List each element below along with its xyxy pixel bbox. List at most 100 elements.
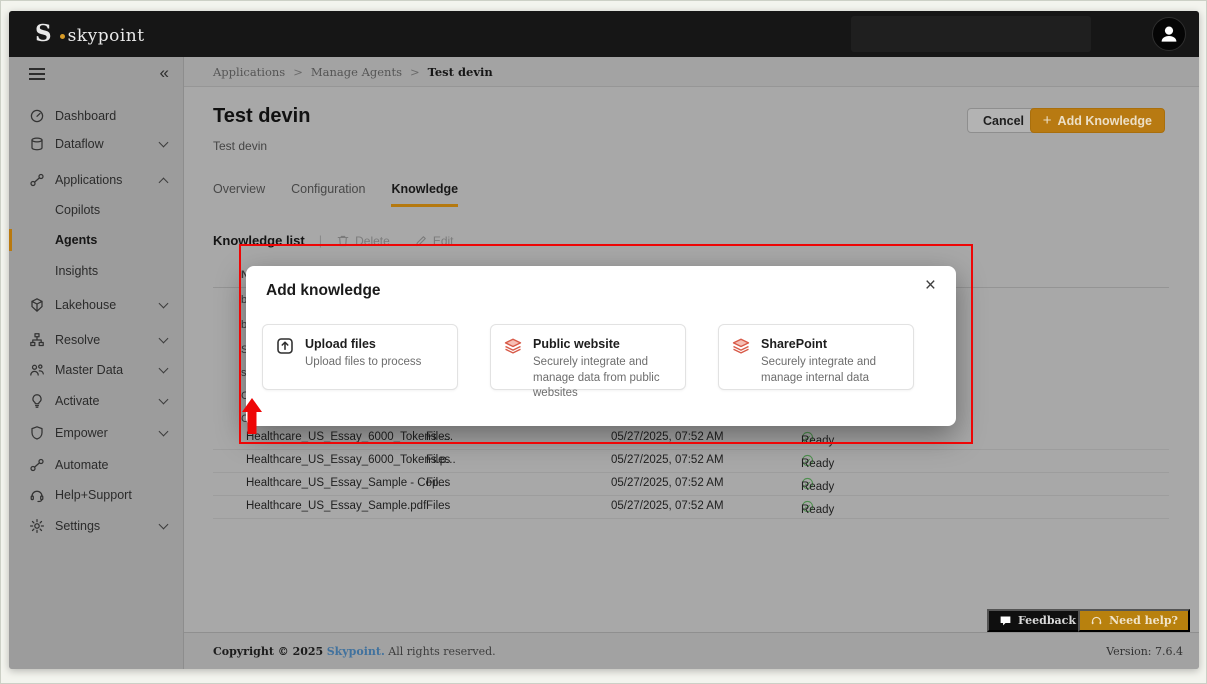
sidebar-item-empower[interactable]: Empower — [9, 421, 183, 445]
add-knowledge-label: Add Knowledge — [1058, 114, 1152, 128]
upload-icon — [275, 336, 295, 356]
tab-knowledge[interactable]: Knowledge — [391, 182, 458, 207]
add-knowledge-button[interactable]: + Add Knowledge — [1030, 108, 1165, 133]
tab-configuration[interactable]: Configuration — [291, 182, 365, 207]
file-type: Files — [426, 500, 450, 512]
table-row[interactable]: Healthcare_US_Essay_6000_Tokens -... Fil… — [213, 427, 1169, 450]
cube-icon — [29, 297, 45, 313]
breadcrumb-applications[interactable]: Applications — [213, 65, 285, 79]
sidebar-item-automate[interactable]: Automate — [9, 453, 183, 477]
feedback-button[interactable]: Feedback — [987, 609, 1088, 632]
knowledge-list-toolbar: Knowledge list | Delete Edit — [213, 233, 478, 248]
logo-dot-icon — [60, 34, 65, 39]
sidebar-item-applications[interactable]: Applications — [9, 168, 183, 192]
add-knowledge-dialog: Add knowledge × Upload files Upload file… — [246, 266, 956, 426]
sidebar-item-lakehouse[interactable]: Lakehouse — [9, 293, 183, 317]
chevron-down-icon — [159, 364, 169, 374]
sidebar-item-settings[interactable]: Settings — [9, 514, 183, 538]
file-type: Files — [426, 431, 450, 443]
topbar-search[interactable] — [851, 16, 1091, 52]
need-help-button[interactable]: Need help? — [1078, 609, 1190, 632]
close-icon[interactable]: × — [925, 276, 936, 295]
version-label: Version: 7.6.4 — [1106, 645, 1183, 658]
card-description: Securely integrate and manage data from … — [533, 355, 679, 402]
sidebar-item-copilots[interactable]: Copilots — [9, 198, 183, 222]
lightbulb-icon — [29, 393, 45, 409]
card-description: Securely integrate and manage internal d… — [761, 355, 907, 386]
people-icon — [29, 362, 45, 378]
person-icon — [1157, 22, 1181, 46]
sidebar-item-agents[interactable]: Agents — [9, 228, 183, 252]
sidebar-item-insights[interactable]: Insights — [9, 259, 183, 283]
database-icon — [29, 136, 45, 152]
sidebar: « Dashboard Dataflow Applications Copilo… — [9, 57, 184, 669]
chevron-down-icon — [159, 520, 169, 530]
automate-icon — [29, 457, 45, 473]
table-row[interactable]: Healthcare_US_Essay_6000_Tokens.p... Fil… — [213, 450, 1169, 473]
knowledge-list-title: Knowledge list — [213, 233, 305, 248]
tab-overview[interactable]: Overview — [213, 182, 265, 207]
skypoint-logo: S skypoint — [35, 20, 145, 47]
tab-bar: Overview Configuration Knowledge — [213, 182, 458, 207]
chevron-down-icon — [159, 138, 169, 148]
pencil-icon — [414, 234, 428, 248]
shield-icon — [29, 425, 45, 441]
logo-wordmark: skypoint — [68, 26, 145, 46]
sidebar-item-activate[interactable]: Activate — [9, 389, 183, 413]
file-modified: 05/27/2025, 07:52 AM — [611, 477, 724, 489]
file-name: Healthcare_US_Essay_Sample.pdf — [246, 500, 426, 512]
public-website-card[interactable]: Public website Securely integrate and ma… — [490, 324, 686, 390]
footer: Copyright © 2025 Skypoint. All rights re… — [184, 632, 1199, 669]
upload-files-card[interactable]: Upload files Upload files to process — [262, 324, 458, 390]
sharepoint-card[interactable]: SharePoint Securely integrate and manage… — [718, 324, 914, 390]
gear-icon — [29, 518, 45, 534]
collapse-sidebar-icon[interactable]: « — [160, 63, 169, 83]
trash-icon — [336, 234, 350, 248]
sidebar-item-resolve[interactable]: Resolve — [9, 328, 183, 352]
file-modified: 05/27/2025, 07:52 AM — [611, 500, 724, 512]
card-title: Public website — [533, 337, 620, 351]
file-modified: 05/27/2025, 07:52 AM — [611, 431, 724, 443]
status-badge: Ready — [801, 431, 814, 444]
chevron-down-icon — [159, 334, 169, 344]
speech-bubble-icon — [999, 614, 1012, 627]
card-title: SharePoint — [761, 337, 827, 351]
sidebar-item-dashboard[interactable]: Dashboard — [9, 104, 183, 128]
file-name: Healthcare_US_Essay_6000_Tokens -... — [246, 431, 453, 443]
sidebar-item-dataflow[interactable]: Dataflow — [9, 132, 183, 156]
topbar: S skypoint — [9, 11, 1199, 57]
active-indicator — [9, 229, 12, 251]
breadcrumb-current: Test devin — [428, 65, 493, 79]
status-badge: Ready — [801, 500, 814, 513]
headset-icon — [1090, 614, 1103, 627]
card-description: Upload files to process — [305, 355, 451, 371]
card-title: Upload files — [305, 337, 376, 351]
status-badge: Ready — [801, 454, 814, 467]
chevron-up-icon — [159, 178, 169, 188]
screenshot-canvas: S skypoint « Dashboard — [0, 0, 1207, 684]
table-row[interactable]: Healthcare_US_Essay_Sample - Cop... File… — [213, 473, 1169, 496]
chevron-down-icon — [159, 299, 169, 309]
sidebar-item-master-data[interactable]: Master Data — [9, 358, 183, 382]
toolbar-divider: | — [319, 233, 322, 248]
table-row[interactable]: Healthcare_US_Essay_Sample.pdf Files 05/… — [213, 496, 1169, 519]
skypoint-link[interactable]: Skypoint. — [327, 645, 385, 658]
file-name: Healthcare_US_Essay_Sample - Cop... — [246, 477, 448, 489]
chevron-down-icon — [159, 427, 169, 437]
user-avatar[interactable] — [1152, 17, 1186, 51]
file-type: Files — [426, 454, 450, 466]
menu-icon[interactable] — [29, 68, 45, 83]
file-type: Files — [426, 477, 450, 489]
breadcrumb: Applications > Manage Agents > Test devi… — [184, 57, 1199, 87]
breadcrumb-manage-agents[interactable]: Manage Agents — [311, 65, 402, 79]
breadcrumb-separator: > — [293, 65, 303, 79]
chevron-down-icon — [159, 395, 169, 405]
file-modified: 05/27/2025, 07:52 AM — [611, 454, 724, 466]
hierarchy-icon — [29, 332, 45, 348]
sidebar-item-help-support[interactable]: Help+Support — [9, 483, 183, 507]
edit-button[interactable]: Edit — [414, 234, 454, 248]
plus-icon: + — [1043, 112, 1052, 129]
delete-button[interactable]: Delete — [336, 234, 390, 248]
layers-icon — [503, 336, 523, 356]
logo-initial: S — [35, 20, 52, 47]
